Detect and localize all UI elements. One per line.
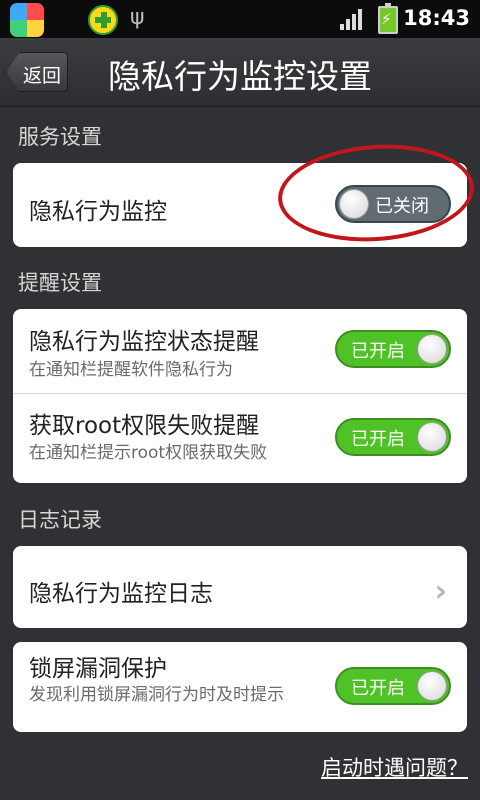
setting-row-root-failure-reminder[interactable]: 获取root权限失败提醒 在通知栏提示root权限获取失败 已开启 xyxy=(13,394,467,483)
setting-row-monitor-log[interactable]: 隐私行为监控日志 › xyxy=(13,546,467,628)
status-time: 18:43 xyxy=(403,6,470,30)
card-log: 隐私行为监控日志 › xyxy=(13,546,467,628)
section-header-log: 日志记录 xyxy=(18,508,102,532)
page-title: 隐私行为监控设置 xyxy=(108,57,372,96)
toggle-label: 已开启 xyxy=(351,678,405,699)
card-reminder: 隐私行为监控状态提醒 在通知栏提醒软件隐私行为 已开启 获取root权限失败提醒… xyxy=(13,309,467,483)
usb-icon: ψ xyxy=(130,5,145,30)
section-header-service: 服务设置 xyxy=(18,125,102,149)
toggle-knob xyxy=(417,334,447,364)
setting-title: 获取root权限失败提醒 xyxy=(29,413,260,439)
signal-icon xyxy=(340,8,364,30)
toggle-knob xyxy=(417,422,447,452)
setting-title: 锁屏漏洞保护 xyxy=(29,656,167,682)
security-app-icon xyxy=(88,5,118,35)
setting-subtitle: 发现利用锁屏漏洞行为时及时提示 xyxy=(29,685,284,705)
setting-row-status-reminder[interactable]: 隐私行为监控状态提醒 在通知栏提醒软件隐私行为 已开启 xyxy=(13,309,467,393)
back-button[interactable]: 返回 xyxy=(6,52,68,92)
toggle-knob xyxy=(417,671,447,701)
section-header-reminder: 提醒设置 xyxy=(18,271,102,295)
card-lockscreen: 锁屏漏洞保护 发现利用锁屏漏洞行为时及时提示 已开启 xyxy=(13,642,467,732)
title-bar: 返回 隐私行为监控设置 xyxy=(0,38,480,107)
startup-problem-link[interactable]: 启动时遇问题？ xyxy=(321,752,468,782)
status-bar: ψ 18:43 xyxy=(0,0,480,38)
setting-row-lockscreen-protection[interactable]: 锁屏漏洞保护 发现利用锁屏漏洞行为时及时提示 已开启 xyxy=(13,642,467,732)
setting-title: 隐私行为监控 xyxy=(29,199,167,225)
setting-subtitle: 在通知栏提醒软件隐私行为 xyxy=(29,360,233,380)
chevron-right-icon: › xyxy=(434,574,447,609)
root-failure-reminder-toggle[interactable]: 已开启 xyxy=(335,418,451,456)
status-reminder-toggle[interactable]: 已开启 xyxy=(335,330,451,368)
toggle-label: 已开启 xyxy=(351,341,405,362)
setting-title: 隐私行为监控日志 xyxy=(29,581,213,607)
back-button-label: 返回 xyxy=(23,65,62,87)
setting-subtitle: 在通知栏提示root权限获取失败 xyxy=(29,443,268,463)
setting-title: 隐私行为监控状态提醒 xyxy=(29,329,259,355)
toggle-label: 已开启 xyxy=(351,429,405,450)
battery-charging-icon xyxy=(378,3,398,34)
app-launcher-icon xyxy=(10,3,44,37)
lockscreen-protection-toggle[interactable]: 已开启 xyxy=(335,667,451,705)
